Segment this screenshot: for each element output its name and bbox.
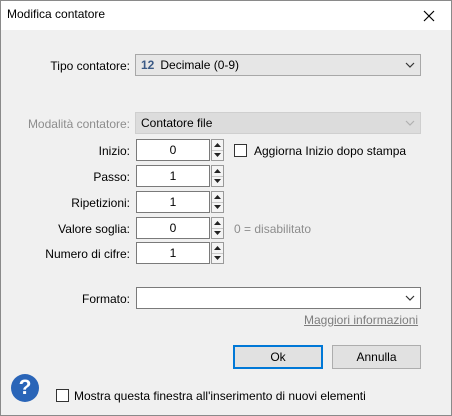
dialog-window: Modifica contatore Tipo contatore: 12 Dec… xyxy=(0,0,452,416)
triangle-down-icon xyxy=(214,256,221,260)
chevron-down-icon xyxy=(405,295,415,301)
ripetizioni-decrement[interactable] xyxy=(212,202,223,212)
formato-label: Formato: xyxy=(81,292,130,306)
triangle-down-icon xyxy=(214,231,221,235)
formato-combobox[interactable] xyxy=(136,287,421,309)
soglia-hint: 0 = disabilitato xyxy=(234,222,312,236)
triangle-up-icon xyxy=(214,169,221,173)
more-info-link[interactable]: Maggiori informazioni xyxy=(304,313,418,327)
close-icon xyxy=(423,10,435,21)
aggiorna-inizio-checkbox[interactable] xyxy=(234,144,247,157)
cancel-button-label: Annulla xyxy=(356,350,397,364)
modalita-contatore-dropdown: Contatore file xyxy=(135,112,421,134)
aggiorna-inizio-label: Aggiorna Inizio dopo stampa xyxy=(254,144,407,158)
ok-button[interactable]: Ok xyxy=(233,345,323,369)
ripetizioni-stepper xyxy=(211,191,224,213)
triangle-up-icon xyxy=(214,195,221,199)
tipo-contatore-dropdown[interactable]: 12 Decimale (0-9) xyxy=(135,54,421,76)
numero-cifre-input[interactable]: 1 xyxy=(136,242,210,264)
modalita-contatore-value: Contatore file xyxy=(141,116,213,130)
triangle-up-icon xyxy=(214,246,221,250)
help-icon[interactable]: ? xyxy=(11,374,39,402)
valore-soglia-label: Valore soglia: xyxy=(58,222,130,236)
chevron-down-icon xyxy=(405,120,415,126)
numero-cifre-label: Numero di cifre: xyxy=(45,247,130,261)
tipo-contatore-value: Decimale (0-9) xyxy=(160,58,240,72)
passo-input[interactable]: 1 xyxy=(136,165,210,187)
inizio-input[interactable]: 0 xyxy=(136,139,210,161)
triangle-down-icon xyxy=(214,179,221,183)
passo-label: Passo: xyxy=(93,170,130,184)
inizio-label: Inizio: xyxy=(98,144,130,158)
ok-button-label: Ok xyxy=(270,350,286,364)
close-button[interactable] xyxy=(407,1,451,30)
valore-soglia-decrement[interactable] xyxy=(212,228,223,238)
passo-decrement[interactable] xyxy=(212,176,223,186)
title-bar: Modifica contatore xyxy=(1,1,451,30)
triangle-down-icon xyxy=(214,205,221,209)
valore-soglia-input[interactable]: 0 xyxy=(136,217,210,239)
tipo-contatore-label: Tipo contatore: xyxy=(50,59,130,73)
valore-soglia-stepper xyxy=(211,217,224,239)
inizio-decrement[interactable] xyxy=(212,150,223,160)
decimal-type-icon: 12 xyxy=(141,58,155,72)
mostra-finestra-label: Mostra questa finestra all'inserimento d… xyxy=(74,389,366,403)
numero-cifre-stepper xyxy=(211,242,224,264)
cancel-button[interactable]: Annulla xyxy=(332,345,421,369)
modalita-contatore-label: Modalità contatore: xyxy=(27,117,130,131)
numero-cifre-decrement[interactable] xyxy=(212,253,223,263)
ripetizioni-input[interactable]: 1 xyxy=(136,191,210,213)
mostra-finestra-checkbox[interactable] xyxy=(56,389,69,402)
triangle-up-icon xyxy=(214,221,221,225)
triangle-down-icon xyxy=(214,153,221,157)
inizio-stepper xyxy=(211,139,224,161)
chevron-down-icon xyxy=(405,62,415,68)
passo-stepper xyxy=(211,165,224,187)
ripetizioni-label: Ripetizioni: xyxy=(71,196,130,210)
window-title: Modifica contatore xyxy=(7,7,106,21)
triangle-up-icon xyxy=(214,143,221,147)
